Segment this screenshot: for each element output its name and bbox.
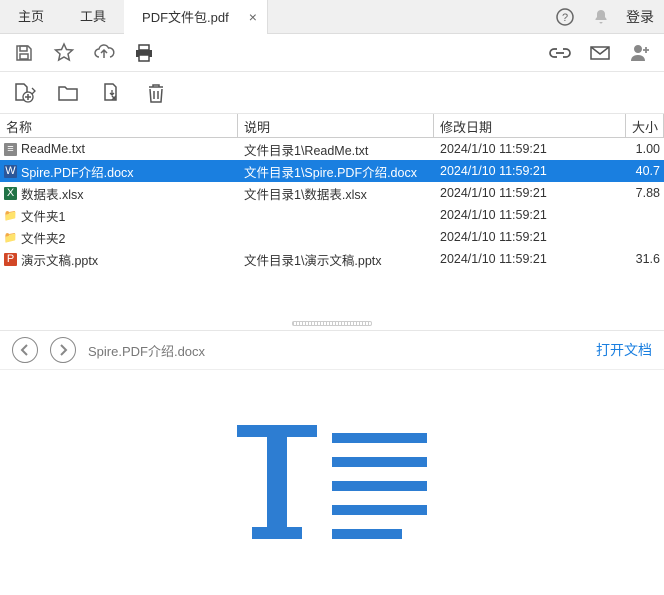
file-size: 1.00 (626, 142, 664, 156)
column-name[interactable]: 名称 (0, 114, 238, 137)
table-row[interactable]: 📁文件夹22024/1/10 11:59:21 (0, 226, 664, 248)
file-date: 2024/1/10 11:59:21 (434, 208, 626, 222)
delete-icon[interactable] (144, 81, 168, 105)
add-user-icon[interactable] (628, 41, 652, 65)
table-header: 名称 说明 修改日期 大小 (0, 114, 664, 138)
file-size: 31.6 (626, 252, 664, 266)
star-icon[interactable] (52, 41, 76, 65)
cloud-upload-icon[interactable] (92, 41, 116, 65)
file-date: 2024/1/10 11:59:21 (434, 230, 626, 244)
link-icon[interactable] (548, 41, 572, 65)
splitter[interactable] (0, 316, 664, 330)
tab-document[interactable]: PDF文件包.pdf × (124, 0, 268, 34)
portfolio-toolbar (0, 72, 664, 114)
file-desc: 文件目录1\Spire.PDF介绍.docx (238, 162, 434, 181)
file-name: 数据表.xlsx (21, 184, 84, 203)
file-desc: 文件目录1\ReadMe.txt (238, 140, 434, 159)
print-icon[interactable] (132, 41, 156, 65)
tab-tools[interactable]: 工具 (62, 0, 124, 34)
bell-icon[interactable] (590, 6, 612, 28)
add-file-icon[interactable] (12, 81, 36, 105)
preview-title: Spire.PDF介绍.docx (88, 341, 205, 360)
file-name: 文件夹1 (21, 206, 65, 225)
close-tab-icon[interactable]: × (249, 9, 257, 25)
tab-document-label: PDF文件包.pdf (142, 7, 229, 26)
file-date: 2024/1/10 11:59:21 (434, 186, 626, 200)
file-list: ≡ReadMe.txt文件目录1\ReadMe.txt2024/1/10 11:… (0, 138, 664, 316)
open-document-button[interactable]: 打开文档 (596, 340, 652, 360)
column-size[interactable]: 大小 (626, 114, 664, 137)
table-row[interactable]: P演示文稿.pptx文件目录1\演示文稿.pptx2024/1/10 11:59… (0, 248, 664, 270)
file-desc: 文件目录1\数据表.xlsx (238, 184, 434, 203)
extract-icon[interactable] (100, 81, 124, 105)
mail-icon[interactable] (588, 41, 612, 65)
save-icon[interactable] (12, 41, 36, 65)
table-row[interactable]: ≡ReadMe.txt文件目录1\ReadMe.txt2024/1/10 11:… (0, 138, 664, 160)
file-name: ReadMe.txt (21, 142, 85, 156)
table-row[interactable]: 📁文件夹12024/1/10 11:59:21 (0, 204, 664, 226)
file-size: 40.7 (626, 164, 664, 178)
file-date: 2024/1/10 11:59:21 (434, 142, 626, 156)
tab-home[interactable]: 主页 (0, 0, 62, 34)
folder-icon[interactable] (56, 81, 80, 105)
table-row[interactable]: WSpire.PDF介绍.docx文件目录1\Spire.PDF介绍.docx2… (0, 160, 664, 182)
svg-text:?: ? (562, 12, 568, 24)
file-date: 2024/1/10 11:59:21 (434, 252, 626, 266)
main-toolbar (0, 34, 664, 72)
file-desc: 文件目录1\演示文稿.pptx (238, 250, 434, 269)
column-desc[interactable]: 说明 (238, 114, 434, 137)
file-name: 文件夹2 (21, 228, 65, 247)
preview-bar: Spire.PDF介绍.docx 打开文档 (0, 330, 664, 370)
login-button[interactable]: 登录 (626, 7, 654, 27)
table-row[interactable]: X数据表.xlsx文件目录1\数据表.xlsx2024/1/10 11:59:2… (0, 182, 664, 204)
file-size: 7.88 (626, 186, 664, 200)
preview-area (0, 370, 664, 590)
tab-bar: 主页 工具 PDF文件包.pdf × ? 登录 (0, 0, 664, 34)
column-date[interactable]: 修改日期 (434, 114, 626, 137)
help-icon[interactable]: ? (554, 6, 576, 28)
document-preview-icon (237, 415, 427, 545)
nav-forward-button[interactable] (50, 337, 76, 363)
file-name: 演示文稿.pptx (21, 250, 98, 269)
nav-back-button[interactable] (12, 337, 38, 363)
file-name: Spire.PDF介绍.docx (21, 162, 134, 181)
file-date: 2024/1/10 11:59:21 (434, 164, 626, 178)
